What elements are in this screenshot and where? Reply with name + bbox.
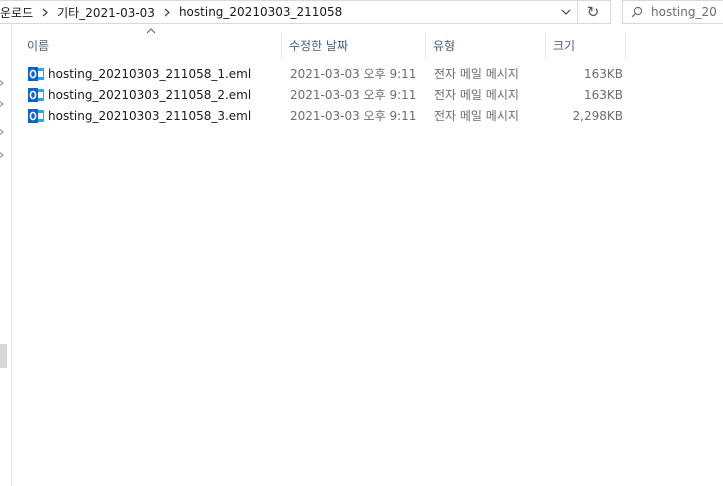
file-list: hosting_20210303_211058_1.eml 2021-03-03… bbox=[20, 63, 623, 126]
breadcrumb-item-folder[interactable]: 기타_2021-03-03 bbox=[51, 4, 161, 21]
file-name-cell: hosting_20210303_211058_1.eml bbox=[20, 66, 282, 82]
outlook-email-icon bbox=[28, 66, 44, 81]
expand-arrow-icon[interactable] bbox=[0, 79, 4, 87]
scrollbar-thumb[interactable] bbox=[0, 344, 7, 368]
file-type: 전자 메일 메시지 bbox=[434, 67, 519, 81]
file-size: 2,298KB bbox=[572, 108, 623, 123]
outlook-email-icon bbox=[28, 87, 44, 102]
column-header-label: 수정한 날짜 bbox=[289, 38, 349, 53]
file-name: hosting_20210303_211058_2.eml bbox=[48, 87, 252, 102]
expand-arrow-icon[interactable] bbox=[0, 128, 4, 136]
outlook-email-icon bbox=[28, 108, 44, 123]
file-size: 163KB bbox=[583, 87, 623, 102]
file-date: 2021-03-03 오후 9:11 bbox=[290, 109, 417, 123]
refresh-icon[interactable]: ↻ bbox=[578, 1, 608, 23]
expand-arrow-icon[interactable] bbox=[0, 100, 4, 108]
breadcrumb-item-current[interactable]: hosting_20210303_211058 bbox=[173, 5, 348, 19]
search-input[interactable] bbox=[651, 5, 723, 19]
file-date: 2021-03-03 오후 9:11 bbox=[290, 88, 417, 102]
breadcrumb: 운로드 기타_2021-03-03 hosting_20210303_21105… bbox=[0, 1, 348, 23]
file-name: hosting_20210303_211058_3.eml bbox=[48, 108, 252, 123]
search-box[interactable] bbox=[622, 0, 723, 24]
navigation-pane bbox=[0, 24, 12, 486]
column-header-label: 유형 bbox=[433, 38, 456, 53]
chevron-right-icon[interactable] bbox=[161, 1, 173, 23]
address-bar[interactable]: 운로드 기타_2021-03-03 hosting_20210303_21105… bbox=[0, 0, 611, 24]
file-date: 2021-03-03 오후 9:11 bbox=[290, 67, 417, 81]
column-header-label: 이름 bbox=[27, 38, 50, 53]
file-row[interactable]: hosting_20210303_211058_1.eml 2021-03-03… bbox=[20, 63, 623, 84]
chevron-down-icon[interactable] bbox=[555, 1, 577, 23]
file-name: hosting_20210303_211058_1.eml bbox=[48, 66, 252, 81]
file-name-cell: hosting_20210303_211058_3.eml bbox=[20, 108, 282, 124]
file-row[interactable]: hosting_20210303_211058_3.eml 2021-03-03… bbox=[20, 105, 623, 126]
column-header-type[interactable]: 유형 bbox=[426, 32, 546, 58]
chevron-right-icon[interactable] bbox=[39, 1, 51, 23]
file-size: 163KB bbox=[583, 66, 623, 81]
column-header-name[interactable]: 이름 bbox=[20, 28, 282, 58]
file-type: 전자 메일 메시지 bbox=[434, 109, 519, 123]
sort-ascending-icon bbox=[146, 28, 156, 34]
column-header-label: 크기 bbox=[553, 38, 576, 53]
file-name-cell: hosting_20210303_211058_2.eml bbox=[20, 87, 282, 103]
breadcrumb-item-downloads[interactable]: 운로드 bbox=[0, 4, 39, 21]
file-row[interactable]: hosting_20210303_211058_2.eml 2021-03-03… bbox=[20, 84, 623, 105]
expand-arrow-icon[interactable] bbox=[0, 151, 4, 159]
column-header-size[interactable]: 크기 bbox=[546, 32, 626, 58]
column-header-date[interactable]: 수정한 날짜 bbox=[282, 32, 426, 58]
column-header-row: 이름 수정한 날짜 유형 크기 bbox=[20, 28, 626, 58]
file-type: 전자 메일 메시지 bbox=[434, 88, 519, 102]
search-icon bbox=[623, 1, 651, 23]
